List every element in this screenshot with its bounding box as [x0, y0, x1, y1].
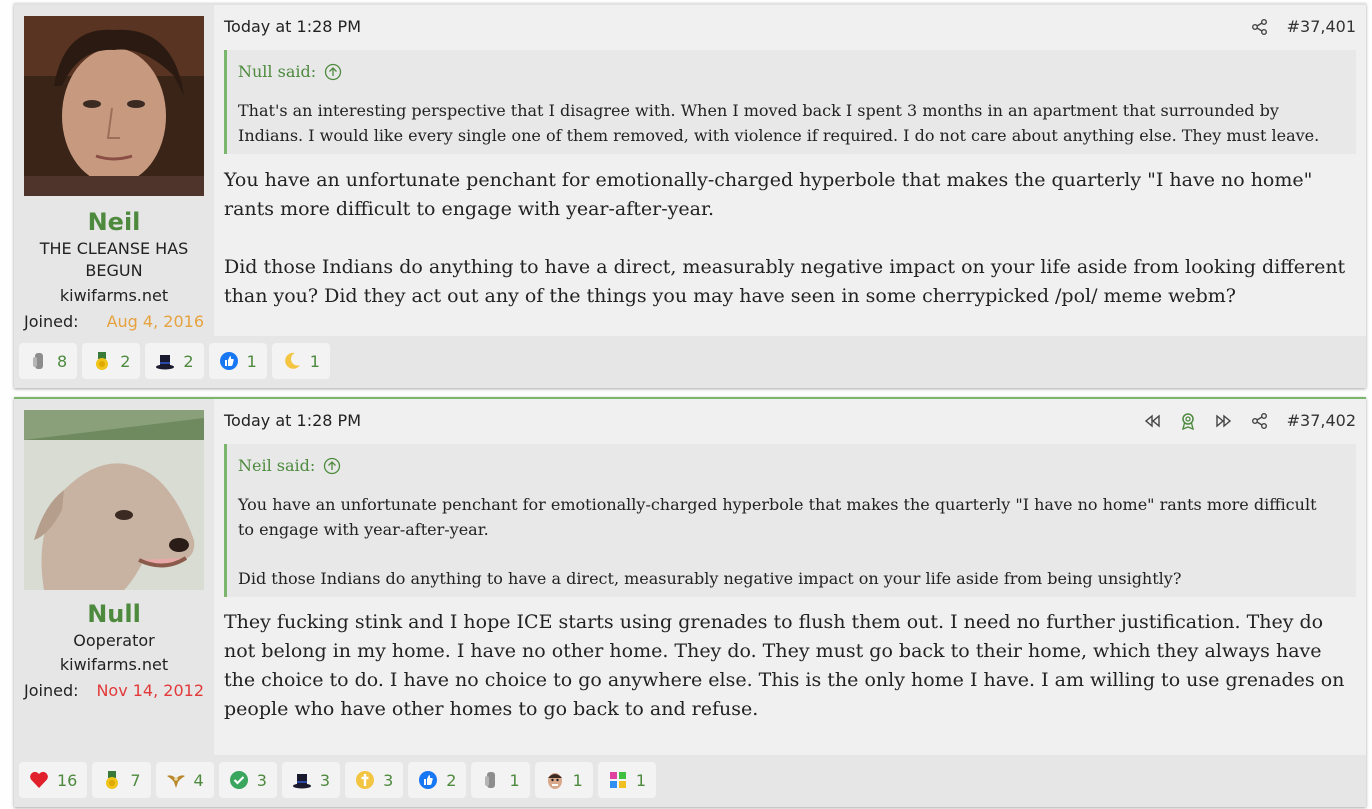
username[interactable]: Neil — [14, 208, 214, 236]
reaction-count: 1 — [509, 770, 520, 790]
cross-icon — [356, 771, 375, 789]
post-main: Today at 1:28 PM #37,401 Null said: That… — [14, 5, 1366, 388]
reaction-item[interactable]: 1 — [597, 762, 657, 798]
post-actions: #37,401 — [1251, 17, 1356, 36]
rewind-icon[interactable] — [1143, 412, 1161, 430]
share-icon[interactable] — [1251, 18, 1269, 36]
joined-label: Joined: — [24, 681, 79, 700]
user-panel: Null Ooperator kiwifarms.net Joined: Nov… — [14, 399, 214, 807]
message-paragraph: You have an unfortunate penchant for emo… — [224, 169, 1313, 220]
robot-icon — [485, 772, 496, 788]
reaction-item[interactable]: 3 — [345, 762, 404, 798]
user-site: kiwifarms.net — [59, 286, 169, 305]
reaction-count: 2 — [446, 770, 457, 790]
joined-label: Joined: — [24, 312, 79, 331]
joined-date: Aug 4, 2016 — [106, 312, 204, 331]
quote-paragraph: You have an unfortunate penchant for emo… — [238, 495, 1317, 539]
message-paragraph: They fucking stink and I hope ICE starts… — [224, 611, 1345, 720]
post-main: Today at 1:28 PM #37,402 Neil said: You … — [14, 399, 1366, 807]
puzzle-icon — [609, 772, 626, 788]
avatar[interactable] — [24, 16, 204, 196]
medal-icon — [106, 771, 119, 789]
reaction-item[interactable]: 2 — [145, 343, 204, 379]
message-body: You have an unfortunate penchant for emo… — [224, 166, 1352, 311]
post-37401: Neil THE CLEANSE HAS BEGUN kiwifarms.net… — [14, 3, 1366, 388]
jump-up-icon[interactable] — [324, 63, 342, 81]
reaction-list: 8 2 2 1 1 — [19, 343, 330, 379]
reaction-count: 3 — [383, 770, 394, 790]
joined-date: Nov 14, 2012 — [96, 681, 204, 700]
reaction-count: 3 — [256, 770, 267, 790]
reaction-count: 3 — [319, 770, 331, 790]
post-timestamp[interactable]: Today at 1:28 PM — [224, 17, 361, 36]
reaction-list: 16 7 4 3 3 3 2 1 1 1 — [19, 762, 657, 798]
top-hat-icon — [156, 355, 175, 370]
quote-text: That's an interesting perspective that I… — [238, 101, 1320, 145]
robot-icon — [33, 353, 43, 369]
quote-attribution[interactable]: Null said: — [238, 62, 342, 81]
reaction-item[interactable]: 2 — [82, 343, 141, 379]
message-paragraph: Did those Indians do anything to have a … — [224, 256, 1346, 307]
share-icon[interactable] — [1251, 412, 1269, 430]
user-title: Ooperator — [73, 631, 155, 650]
reaction-item[interactable]: 1 — [208, 343, 267, 379]
reaction-bar: 16 7 4 3 3 3 2 1 1 1 — [14, 755, 1366, 807]
quote-attribution[interactable]: Neil said: — [238, 456, 341, 475]
quote-text: You have an unfortunate penchant for emo… — [238, 492, 1336, 591]
reaction-item[interactable]: 7 — [92, 762, 151, 798]
top-hat-icon — [292, 774, 311, 789]
thumbs-up-icon — [219, 352, 238, 370]
reaction-item[interactable]: 8 — [19, 343, 78, 379]
moon-icon — [284, 352, 300, 369]
reaction-count: 1 — [309, 351, 320, 371]
post-actions: #37,402 — [1143, 411, 1356, 430]
reaction-count: 4 — [193, 770, 204, 790]
quote-block: Neil said: You have an unfortunate pench… — [224, 444, 1356, 597]
reaction-count: 8 — [57, 351, 68, 371]
reaction-item[interactable]: 3 — [281, 762, 341, 798]
fast-forward-icon[interactable] — [1215, 412, 1233, 430]
user-title: THE CLEANSE HAS BEGUN — [39, 239, 189, 280]
reaction-count: 16 — [57, 770, 78, 790]
message-body: They fucking stink and I hope ICE starts… — [224, 608, 1352, 724]
thumbs-up-icon — [419, 771, 438, 789]
reaction-count: 2 — [120, 351, 131, 371]
face-icon — [547, 773, 562, 789]
quote-author[interactable]: Null said: — [238, 62, 316, 81]
reaction-count: 1 — [572, 770, 583, 790]
reaction-item[interactable]: 4 — [155, 762, 214, 798]
heart-icon — [30, 771, 48, 788]
reaction-item[interactable]: 2 — [408, 762, 467, 798]
user-site: kiwifarms.net — [59, 655, 169, 674]
reaction-item[interactable]: 16 — [19, 762, 88, 798]
jump-up-icon[interactable] — [323, 457, 341, 475]
reaction-bar: 8 2 2 1 1 — [14, 336, 1366, 388]
quote-block: Null said: That's an interesting perspec… — [224, 50, 1356, 154]
reaction-count: 7 — [130, 770, 141, 790]
post-timestamp[interactable]: Today at 1:28 PM — [224, 411, 361, 430]
reaction-item[interactable]: 1 — [471, 762, 530, 798]
reaction-item[interactable]: 3 — [218, 762, 277, 798]
avatar[interactable] — [24, 410, 204, 590]
post-37402: Null Ooperator kiwifarms.net Joined: Nov… — [14, 397, 1366, 807]
reaction-item[interactable]: 1 — [271, 343, 330, 379]
medal-icon — [96, 352, 109, 370]
user-panel: Neil THE CLEANSE HAS BEGUN kiwifarms.net… — [14, 5, 214, 388]
reaction-item[interactable]: 1 — [534, 762, 593, 798]
post-number[interactable]: #37,402 — [1287, 411, 1356, 430]
award-icon[interactable] — [1179, 412, 1197, 430]
quote-paragraph: Did those Indians do anything to have a … — [238, 569, 1182, 588]
post-number[interactable]: #37,401 — [1287, 17, 1356, 36]
eagle-icon — [166, 775, 185, 788]
username[interactable]: Null — [14, 600, 214, 628]
reaction-count: 1 — [246, 351, 257, 371]
reaction-count: 1 — [635, 770, 647, 790]
checkmark-icon — [229, 771, 248, 789]
quote-author[interactable]: Neil said: — [238, 456, 315, 475]
reaction-count: 2 — [183, 351, 194, 371]
